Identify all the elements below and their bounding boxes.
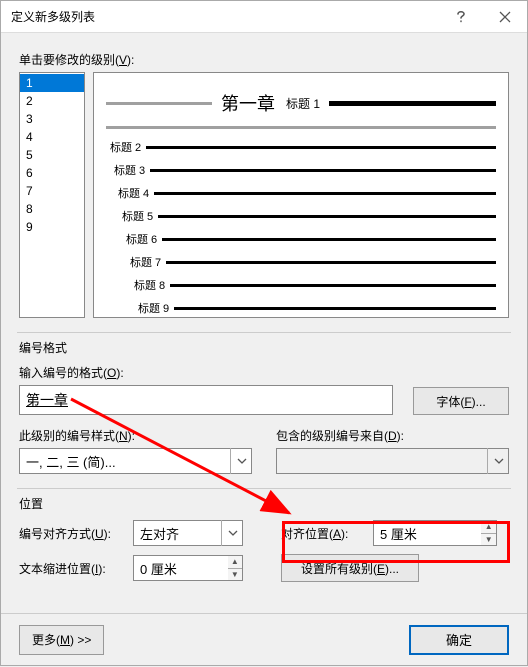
dialog-title: 定义新多级列表 [11,8,439,25]
level-item-3[interactable]: 3 [20,110,84,128]
font-button[interactable]: 字体(F)... [413,387,509,415]
level-item-1[interactable]: 1 [20,74,84,92]
more-button[interactable]: 更多(M) >> [19,625,104,655]
level-item-9[interactable]: 9 [20,218,84,236]
include-level-label: 包含的级别编号来自(D): [276,427,509,444]
level-item-2[interactable]: 2 [20,92,84,110]
spinner-down-icon[interactable]: ▼ [481,534,496,546]
ok-button[interactable]: 确定 [409,625,509,655]
dialog-footer: 更多(M) >> 确定 [1,613,527,665]
section-position: 位置 [19,495,509,512]
level-item-8[interactable]: 8 [20,200,84,218]
level-item-7[interactable]: 7 [20,182,84,200]
close-icon [499,11,511,23]
help-button[interactable] [439,2,483,32]
spinner-up-icon[interactable]: ▲ [228,556,242,569]
number-format-input[interactable] [19,385,393,415]
level-item-5[interactable]: 5 [20,146,84,164]
indent-spinner[interactable] [133,555,228,581]
preview-chapter: 第一章 [221,90,275,116]
number-format-label: 输入编号的格式(O): [19,364,509,381]
preview-heading-1: 标题 1 [286,95,320,112]
levels-listbox[interactable]: 1 2 3 4 5 6 7 8 9 [19,72,85,318]
level-item-6[interactable]: 6 [20,164,84,182]
level-item-4[interactable]: 4 [20,128,84,146]
spinner-down-icon[interactable]: ▼ [228,569,242,581]
close-button[interactable] [483,2,527,32]
chevron-down-icon[interactable] [221,520,243,546]
number-style-combo[interactable] [19,448,252,474]
include-level-combo[interactable] [276,448,509,474]
titlebar: 定义新多级列表 [1,1,527,33]
levels-label: 单击要修改的级别(V): [19,51,509,68]
set-all-levels-button[interactable]: 设置所有级别(E)... [281,554,419,582]
chevron-down-icon[interactable] [230,448,252,474]
align-at-spinner[interactable]: ▲ ▼ [373,520,497,546]
spinner-up-icon[interactable]: ▲ [481,521,496,534]
help-icon [455,10,467,24]
align-combo[interactable] [133,520,243,546]
indent-label: 文本缩进位置(I): [19,560,123,577]
align-at-label: 对齐位置(A): [281,525,363,542]
preview-pane: 第一章 标题 1 标题 2 标题 3 标题 4 标题 5 标题 6 标题 7 标… [93,72,509,318]
align-label: 编号对齐方式(U): [19,525,123,542]
chevron-down-icon[interactable] [487,448,509,474]
dialog-define-multilevel-list: 定义新多级列表 单击要修改的级别(V): 1 2 3 4 5 6 7 8 9 [0,0,528,666]
number-style-label: 此级别的编号样式(N): [19,427,252,444]
section-number-format: 编号格式 [19,339,509,356]
